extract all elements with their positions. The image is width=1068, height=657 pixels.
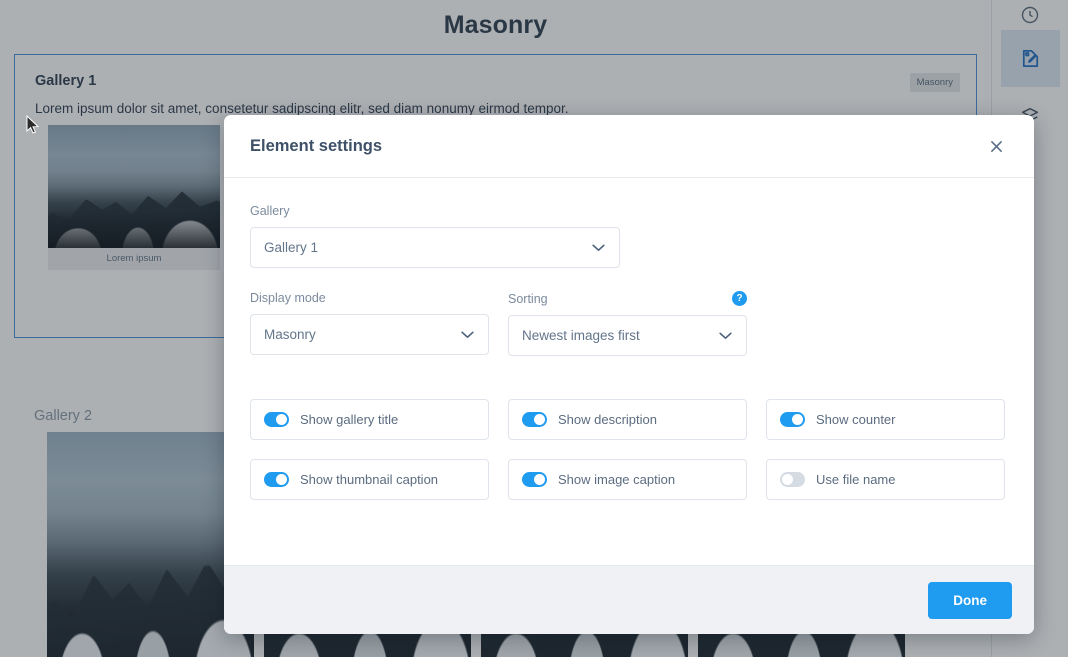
toggle-switch[interactable] <box>780 412 805 427</box>
thumbnail-item[interactable] <box>47 432 254 657</box>
mode-and-sorting-row: Display mode Masonry Sorting ? Newest im… <box>250 291 1008 356</box>
dialog-footer: Done <box>224 565 1034 634</box>
toggle-label: Show gallery title <box>300 412 399 427</box>
gallery-select-value: Gallery 1 <box>264 240 319 255</box>
edit-document-icon <box>1019 47 1042 70</box>
thumbnail-image[interactable] <box>47 432 254 657</box>
dialog-body: Gallery Gallery 1 Display mode Masonry S… <box>224 178 1034 565</box>
mouse-cursor <box>26 114 40 135</box>
dialog-header: Element settings <box>224 115 1034 178</box>
toggle-use-file-name[interactable]: Use file name <box>766 459 1005 500</box>
gallery-1-description: Lorem ipsum dolor sit amet, consetetur s… <box>35 101 569 116</box>
display-mode-value: Masonry <box>264 327 316 342</box>
toggle-switch[interactable] <box>264 472 289 487</box>
toggle-label: Show thumbnail caption <box>300 472 439 487</box>
toggle-switch[interactable] <box>522 472 547 487</box>
sorting-field-group: Sorting ? Newest images first <box>508 291 747 356</box>
toggle-label: Use file name <box>816 472 896 487</box>
element-settings-dialog: Element settings Gallery Gallery 1 Displ… <box>224 115 1034 634</box>
gallery-field-group: Gallery Gallery 1 <box>250 204 620 268</box>
toggle-switch[interactable] <box>264 412 289 427</box>
page-title: Masonry <box>443 11 548 39</box>
sorting-value: Newest images first <box>522 328 640 343</box>
gallery-select[interactable]: Gallery 1 <box>250 227 620 268</box>
rail-item-edit[interactable] <box>1000 30 1060 87</box>
toggle-show-image-caption[interactable]: Show image caption <box>508 459 747 500</box>
sorting-label: Sorting <box>508 291 548 306</box>
toggle-show-description[interactable]: Show description <box>508 399 747 440</box>
toggle-label: Show image caption <box>558 472 676 487</box>
clock-icon <box>1020 5 1040 25</box>
toggle-show-thumbnail-caption[interactable]: Show thumbnail caption <box>250 459 489 500</box>
toggle-show-counter[interactable]: Show counter <box>766 399 1005 440</box>
thumbnail-caption: Lorem ipsum <box>48 248 220 270</box>
chevron-down-icon <box>461 327 474 342</box>
thumbnail-item[interactable]: Lorem ipsum <box>48 125 220 270</box>
display-mode-field-group: Display mode Masonry <box>250 291 489 356</box>
display-mode-select[interactable]: Masonry <box>250 314 489 355</box>
toggle-label: Show counter <box>816 412 896 427</box>
thumbnail-image[interactable] <box>48 125 220 248</box>
gallery-1-header: Gallery 1 Masonry <box>15 55 976 92</box>
toggle-options-grid: Show gallery title Show description Show… <box>250 399 1008 500</box>
rail-item-history[interactable] <box>1001 0 1060 30</box>
display-mode-label: Display mode <box>250 291 326 305</box>
chevron-down-icon <box>719 328 732 343</box>
toggle-switch[interactable] <box>780 472 805 487</box>
done-button[interactable]: Done <box>928 581 1012 619</box>
dialog-title: Element settings <box>250 136 383 155</box>
toggle-show-gallery-title[interactable]: Show gallery title <box>250 399 489 440</box>
gallery-1-title: Gallery 1 <box>35 73 97 89</box>
sorting-select[interactable]: Newest images first <box>508 315 747 356</box>
screen: Masonry Gallery 1 Masonry Lorem ipsum do… <box>0 0 1068 657</box>
help-icon[interactable]: ? <box>732 291 747 306</box>
close-icon[interactable] <box>983 133 1009 159</box>
display-mode-badge: Masonry <box>909 73 960 92</box>
toggle-label: Show description <box>558 412 657 427</box>
toggle-switch[interactable] <box>522 412 547 427</box>
gallery-field-label: Gallery <box>250 204 290 218</box>
chevron-down-icon <box>592 240 605 255</box>
